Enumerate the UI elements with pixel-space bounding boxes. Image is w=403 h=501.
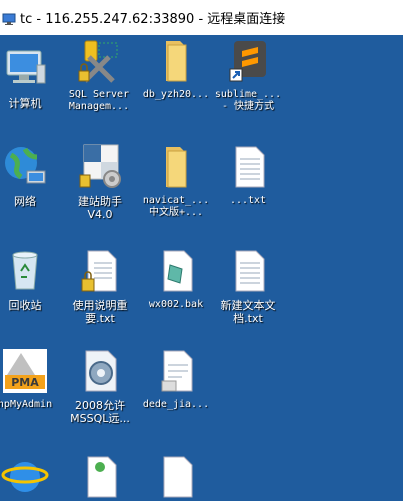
desktop-icon-ie[interactable]	[0, 453, 64, 501]
desktop-icon-label: 计算机	[8, 97, 42, 110]
bak-file-icon	[163, 250, 193, 292]
desktop-icon-label: SQL Server Managem...	[68, 89, 130, 112]
recycle-bin-icon	[12, 251, 38, 290]
sql-server-tools-icon	[78, 40, 118, 83]
desktop-icon-label: 2008允许 MSSQL远...	[70, 399, 130, 425]
network-icon	[5, 147, 46, 184]
desktop-icon-new-text-file[interactable]: 新建文本文 档.txt	[209, 247, 287, 325]
desktop-icon-label: 网络	[14, 195, 36, 208]
document-icon	[161, 350, 193, 392]
window-title: tc - 116.255.247.62:33890 - 远程桌面连接	[20, 12, 286, 27]
svg-text:PMA: PMA	[11, 376, 39, 389]
folder-icon	[166, 41, 187, 82]
desktop-icon-site-helper[interactable]: 建站助手 V4.0	[61, 143, 139, 221]
remote-desktop-icon	[2, 11, 16, 25]
file-icon	[163, 456, 193, 498]
phpmyadmin-icon: PMA	[3, 349, 47, 393]
window-titlebar[interactable]: tc - 116.255.247.62:33890 - 远程桌面连接	[0, 0, 403, 35]
text-file-icon	[235, 146, 265, 188]
settings-file-icon	[85, 350, 117, 392]
desktop-icon-network[interactable]: 网络	[0, 143, 64, 208]
desktop-icon-label: dede_jia...	[142, 399, 210, 410]
desktop-icon-readme[interactable]: 使用说明重 要.txt	[61, 247, 139, 325]
desktop-icon-text-file[interactable]: ...txt	[209, 143, 287, 207]
desktop-icon-label: 使用说明重 要.txt	[72, 299, 128, 325]
desktop-icon-label: 建站助手 V4.0	[78, 195, 122, 221]
desktop-icon-db-folder[interactable]: db_yzh20...	[137, 37, 215, 101]
desktop[interactable]: 计算机 SQL Server Managem... db_yzh20... su…	[0, 35, 403, 498]
desktop-icon-label: wx002.bak	[148, 299, 204, 310]
desktop-icon-sublime-shortcut[interactable]: sublime_... - 快捷方式	[209, 37, 287, 113]
desktop-icon-label: hpMyAdmin	[0, 399, 53, 410]
desktop-icon-mssql-config[interactable]: 2008允许 MSSQL远...	[61, 347, 139, 425]
desktop-icon-label: sublime_... - 快捷方式	[214, 89, 282, 112]
computer-icon	[6, 50, 46, 84]
folder-icon	[166, 147, 187, 188]
internet-explorer-icon	[1, 462, 49, 492]
file-icon	[87, 456, 117, 498]
desktop-icon-phpmyadmin[interactable]: PMA hpMyAdmin	[0, 347, 64, 411]
site-helper-icon	[79, 144, 121, 188]
desktop-icon-navicat-folder[interactable]: navicat_... 中文版+...	[137, 143, 215, 219]
desktop-icon-recycle-bin[interactable]: 回收站	[0, 247, 64, 312]
desktop-icon-label: 回收站	[8, 299, 42, 312]
locked-text-file-icon	[81, 250, 117, 292]
desktop-icon-label: 新建文本文 档.txt	[220, 299, 276, 325]
desktop-icon-sql-server[interactable]: SQL Server Managem...	[60, 37, 138, 113]
desktop-icon-dede-file[interactable]: dede_jia...	[137, 347, 215, 411]
sublime-shortcut-icon	[229, 41, 266, 82]
desktop-icon-label: navicat_... 中文版+...	[142, 195, 210, 218]
desktop-icon-computer[interactable]: 计算机	[0, 45, 64, 110]
desktop-icon-label: db_yzh20...	[142, 89, 210, 100]
desktop-icon-partial-2[interactable]	[137, 453, 215, 501]
desktop-icon-bak-file[interactable]: wx002.bak	[137, 247, 215, 311]
desktop-icon-partial-1[interactable]	[61, 453, 139, 501]
desktop-icon-label: ...txt	[229, 195, 267, 206]
text-file-icon	[235, 250, 265, 292]
